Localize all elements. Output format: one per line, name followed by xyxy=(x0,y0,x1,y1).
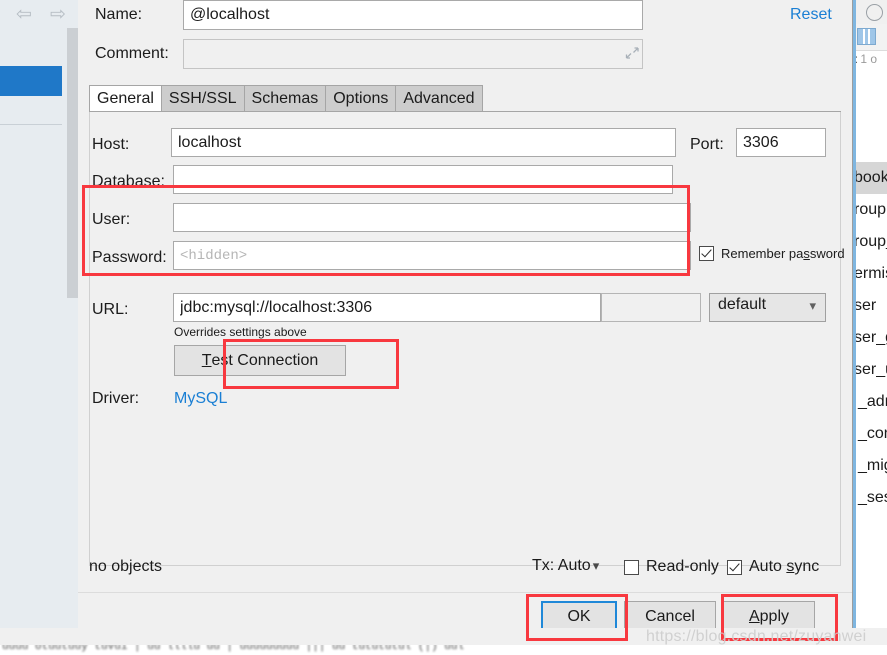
url-mode-dropdown[interactable]: default ▾ xyxy=(709,293,826,322)
chevron-down-icon: ▾ xyxy=(592,558,600,573)
right-panel-icon-row xyxy=(852,24,887,51)
right-panel-row-count: t 1 o xyxy=(852,52,887,72)
tree-item[interactable]: _mig xyxy=(852,450,887,482)
port-label: Port: xyxy=(690,136,724,153)
test-connection-mnemonic: T xyxy=(201,351,212,369)
ide-blurred-code-row: uuuu otuutuuy tuvui | uu llllu uu | uuuu… xyxy=(0,645,887,655)
footer-separator xyxy=(78,592,852,593)
chevron-down-icon: ▾ xyxy=(809,298,816,313)
left-panel-selected-item[interactable] xyxy=(0,66,62,96)
remember-password-checkbox[interactable]: Remember password xyxy=(699,246,845,261)
blurred-code-text: uuuu otuutuuy tuvui | uu llllu uu | uuuu… xyxy=(2,645,465,653)
tree-item[interactable]: _con xyxy=(852,418,887,450)
remember-password-label-after: sword xyxy=(809,246,845,261)
tree-item[interactable]: roup xyxy=(852,194,887,226)
tx-mode-label: Tx: Auto xyxy=(532,557,591,574)
tab-ssh-ssl[interactable]: SSH/SSL xyxy=(161,85,245,112)
expand-diagonal-icon[interactable] xyxy=(623,46,641,62)
user-input[interactable] xyxy=(173,203,691,232)
tx-mode-dropdown[interactable]: Tx: Auto ▾ xyxy=(532,557,599,575)
right-panel-toolbar xyxy=(852,0,887,25)
url-label: URL: xyxy=(92,301,129,318)
left-panel-scrollbar[interactable] xyxy=(67,28,78,298)
comment-input[interactable] xyxy=(183,39,643,69)
reset-link[interactable]: Reset xyxy=(790,6,832,24)
remember-password-label: Remember password xyxy=(721,246,845,261)
right-panel-tree: bookrouproup_ermisserser_gser_u_adm_con_… xyxy=(852,162,887,514)
database-label: Database: xyxy=(92,173,165,190)
auto-sync-checkbox[interactable]: Auto sync xyxy=(727,558,819,576)
remember-password-label-before: Remember pa xyxy=(721,246,804,261)
auto-sync-label-before: Auto xyxy=(749,558,787,575)
host-input[interactable] xyxy=(171,128,676,157)
row-count-text: 1 o xyxy=(860,52,878,66)
screen-root: ⇦ ⇨ t 1 o bookrouproup_ermisserser_gser_… xyxy=(0,0,887,655)
tree-item[interactable]: ser_g xyxy=(852,322,887,354)
arrow-left-icon[interactable]: ⇦ xyxy=(16,5,32,24)
tree-item[interactable]: ser xyxy=(852,290,887,322)
host-label: Host: xyxy=(92,136,130,153)
driver-link[interactable]: MySQL xyxy=(174,390,227,408)
left-panel-divider xyxy=(0,124,62,125)
apply-mnemonic: A xyxy=(748,607,760,625)
arrow-right-icon[interactable]: ⇨ xyxy=(50,5,66,24)
name-label: Name: xyxy=(95,6,143,23)
tab-advanced[interactable]: Advanced xyxy=(396,85,483,112)
circle-icon[interactable] xyxy=(866,4,883,21)
tab-general[interactable]: General xyxy=(89,85,162,112)
read-only-checkbox[interactable]: Read-only xyxy=(624,558,719,576)
password-input[interactable] xyxy=(173,241,691,270)
auto-sync-label-after: ync xyxy=(794,558,820,575)
database-input[interactable] xyxy=(173,165,673,194)
tab-schemas[interactable]: Schemas xyxy=(244,85,327,112)
checkbox-icon[interactable] xyxy=(727,559,742,575)
navigation-arrows: ⇦ ⇨ xyxy=(14,2,76,26)
driver-label: Driver: xyxy=(92,390,140,407)
name-input[interactable] xyxy=(183,0,643,30)
test-connection-label: est Connection xyxy=(211,351,319,369)
test-connection-button[interactable]: Test Connection xyxy=(174,345,346,376)
comment-label: Comment: xyxy=(95,45,169,62)
checkbox-icon[interactable] xyxy=(699,246,714,261)
tree-item[interactable]: _sess xyxy=(852,482,887,514)
url-mode-value: default xyxy=(718,296,767,313)
url-extra-field[interactable] xyxy=(601,293,701,322)
table-grid-icon[interactable] xyxy=(857,28,876,45)
port-input[interactable] xyxy=(736,128,826,157)
user-label: User: xyxy=(92,211,131,228)
tree-item[interactable]: ser_u xyxy=(852,354,887,386)
tree-item[interactable]: roup_ xyxy=(852,226,887,258)
checkbox-icon[interactable] xyxy=(624,559,639,575)
apply-label: pply xyxy=(759,607,790,625)
settings-tabs: General SSH/SSL Schemas Options Advanced xyxy=(89,85,483,112)
url-input[interactable] xyxy=(173,293,601,322)
no-objects-status: no objects xyxy=(89,558,162,575)
read-only-label: Read-only xyxy=(646,558,719,575)
password-label: Password: xyxy=(92,249,167,266)
data-source-dialog: Name: Reset Comment: General SSH/SSL Sch… xyxy=(78,0,853,632)
overrides-note: Overrides settings above xyxy=(174,325,307,339)
tree-item[interactable]: book xyxy=(852,162,887,194)
auto-sync-label: Auto sync xyxy=(749,558,819,576)
ide-right-panel: t 1 o bookrouproup_ermisserser_gser_u_ad… xyxy=(852,0,887,628)
tree-item[interactable]: ermis xyxy=(852,258,887,290)
tree-item[interactable]: _adm xyxy=(852,386,887,418)
tab-options[interactable]: Options xyxy=(326,85,397,112)
